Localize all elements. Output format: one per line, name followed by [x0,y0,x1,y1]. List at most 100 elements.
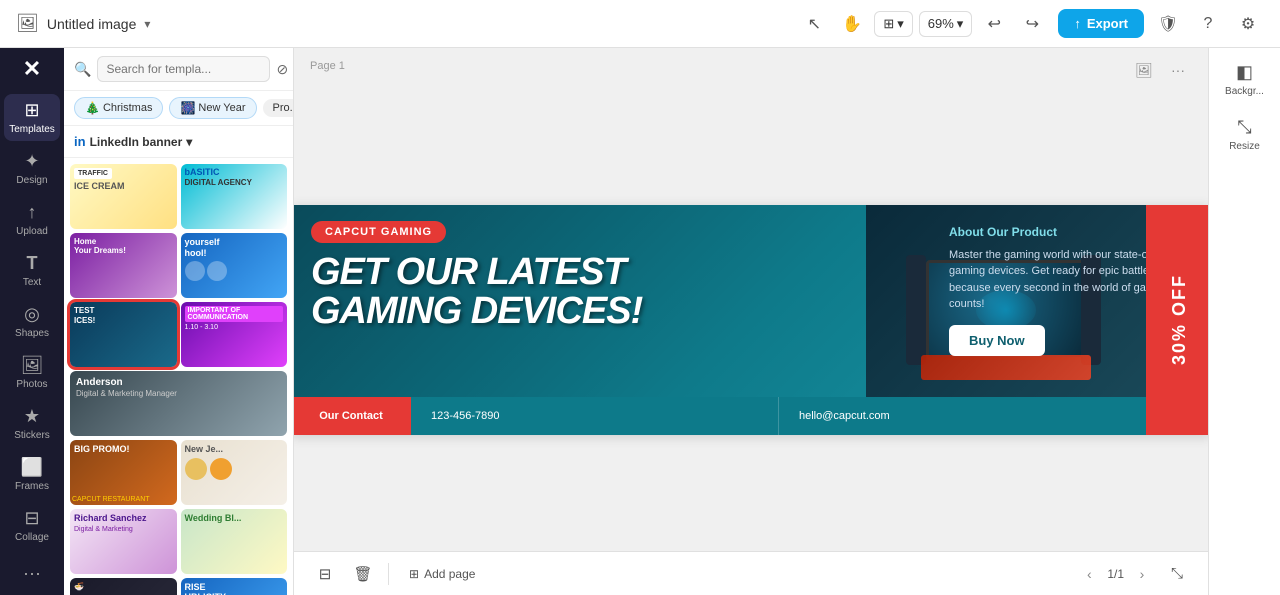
pointer-tool-button[interactable]: ↖ [798,8,830,40]
banner-canvas[interactable]: CAPCUT GAMING GET OUR LATEST GAMING DEVI… [294,205,1208,435]
design-label: Design [16,175,47,186]
page-thumbnail-icon[interactable]: 🖼 [1130,56,1158,84]
shapes-label: Shapes [15,328,49,339]
next-page-button[interactable]: › [1130,562,1154,586]
page-more-icon[interactable]: ··· [1164,56,1192,84]
text-icon: T [27,253,38,274]
settings-icon-button[interactable]: ⚙ [1232,8,1264,40]
search-bar: 🔍 ⊘ [64,48,293,91]
templates-panel: 🔍 ⊘ 🎄 Christmas 🎆 New Year Pro... in [64,48,294,595]
templates-label: Templates [9,124,55,135]
add-page-icon: ⊞ [409,567,419,581]
sidebar-item-more[interactable]: ··· [4,557,60,590]
template-item[interactable]: Wedding Bl... [181,509,288,574]
prev-page-button[interactable]: ‹ [1077,562,1101,586]
toolbar-right: ↑ Export 🛡 ? ⚙ [1058,8,1264,40]
promo-label: Pro... [273,102,293,114]
search-input[interactable] [97,56,270,82]
category-header[interactable]: in LinkedIn banner ▾ [64,126,293,158]
template-item[interactable]: RISEUBLICITY [181,578,288,595]
bottom-left: ⊟ 🗑 [310,559,378,589]
export-arrow-icon: ↑ [1074,16,1081,31]
newyear-emoji: 🎆 [180,101,195,115]
template-item[interactable]: 🍜 Spe... [70,578,177,595]
page-actions: 🖼 ··· [1130,56,1192,84]
sidebar-item-templates[interactable]: ⊞ Templates [4,94,60,141]
bottom-right: ‹ 1/1 › ⤡ [1077,559,1192,589]
shapes-icon: ◎ [24,304,40,325]
app-logo[interactable]: ✕ [4,56,60,82]
chevron-down-icon: ▾ [897,16,904,32]
category-name: LinkedIn banner [90,135,183,149]
file-icon: 🖼 [16,13,39,34]
canvas-wrapper: CAPCUT GAMING GET OUR LATEST GAMING DEVI… [294,205,1208,435]
document-title[interactable]: Untitled image [47,16,137,32]
zoom-selector[interactable]: 69% ▾ [919,11,973,37]
layout-selector[interactable]: ⊞ ▾ [874,11,912,37]
template-item[interactable]: bASITICDIGITAL AGENCY [181,164,288,229]
filter-tags: 🎄 Christmas 🎆 New Year Pro... [64,91,293,126]
contact-phone: 123-456-7890 [411,397,779,435]
background-icon: ◧ [1236,62,1253,83]
sidebar-item-upload[interactable]: ↑ Upload [4,196,60,243]
sidebar-item-shapes[interactable]: ◎ Shapes [4,298,60,345]
banner-bottom-bar: Our Contact 123-456-7890 hello@capcut.co… [294,397,1146,435]
redo-button[interactable]: ↪ [1016,8,1048,40]
title-dropdown-icon[interactable]: ▾ [144,17,150,31]
frames-icon: ⬜ [21,457,43,478]
help-icon-button[interactable]: ? [1192,8,1224,40]
layout-icon: ⊞ [883,16,894,32]
sidebar-item-collage[interactable]: ⊟ Collage [4,502,60,549]
background-label: Backgr... [1225,86,1264,97]
photos-icon: 🖼 [21,355,44,376]
shield-icon-button[interactable]: 🛡 [1152,8,1184,40]
template-item[interactable]: TRAFFIC ICE CREAM [70,164,177,229]
search-icon: 🔍 [74,61,91,78]
sidebar-item-design[interactable]: ✦ Design [4,145,60,192]
sidebar-item-stickers[interactable]: ★ Stickers [4,400,60,447]
buy-now-button[interactable]: Buy Now [949,325,1045,356]
zoom-chevron-icon: ▾ [957,16,964,32]
trash-button[interactable]: 🗑 [348,559,378,589]
template-item[interactable]: AndersonDigital & Marketing Manager [70,371,287,436]
logo-icon: ✕ [23,56,41,82]
filter-newyear[interactable]: 🎆 New Year [169,97,256,119]
stickers-label: Stickers [14,430,50,441]
category-chevron-icon: ▾ [186,135,192,149]
add-page-button[interactable]: ⊞ Add page [399,562,485,586]
page-thumbnail-button[interactable]: ⊟ [310,559,340,589]
right-panel: ◧ Backgr... ⤡ Resize [1208,48,1280,595]
upload-icon: ↑ [28,202,37,223]
banner-discount-strip: 30% OFF [1146,205,1208,435]
collage-label: Collage [15,532,49,543]
speaker-left [906,255,926,365]
filter-promo[interactable]: Pro... [263,99,293,117]
export-label: Export [1087,16,1128,31]
canvas-container: Page 1 🖼 ··· CAPCUT GAMING GET OUR LATES… [294,48,1208,551]
right-panel-background[interactable]: ◧ Backgr... [1213,56,1277,103]
bottom-bar: ⊟ 🗑 ⊞ Add page ‹ 1/1 › ⤡ [294,551,1208,595]
upload-label: Upload [16,226,48,237]
template-item[interactable]: New Je... [181,440,288,505]
template-item[interactable]: BIG PROMO! CAPCUT RESTAURANT [70,440,177,505]
right-panel-resize[interactable]: ⤡ Resize [1213,111,1277,158]
sidebar-item-text[interactable]: T Text [4,247,60,294]
sidebar-item-photos[interactable]: 🖼 Photos [4,349,60,396]
filter-icon[interactable]: ⊘ [276,61,288,78]
headline-line1: GET OUR LATEST [311,253,921,293]
template-item[interactable]: Richard SanchezDigital & Marketing [70,509,177,574]
undo-button[interactable]: ↩ [978,8,1010,40]
filter-christmas[interactable]: 🎄 Christmas [74,97,163,119]
template-item[interactable]: yourselfhool! [181,233,288,298]
discount-text: 30% OFF [1170,274,1188,365]
export-button[interactable]: ↑ Export [1058,9,1144,38]
sidebar-item-frames[interactable]: ⬜ Frames [4,451,60,498]
expand-button[interactable]: ⤡ [1162,559,1192,589]
headline-line2: GAMING DEVICES! [311,292,921,332]
resize-icon: ⤡ [1237,117,1251,138]
template-item[interactable]: IMPORTANT OF COMMUNICATION1.10 - 3.10 [181,302,288,367]
template-item[interactable]: HomeYour Dreams! [70,233,177,298]
hand-tool-button[interactable]: ✋ [836,8,868,40]
stickers-icon: ★ [24,406,40,427]
template-item-selected[interactable]: TESTICES! [70,302,177,367]
